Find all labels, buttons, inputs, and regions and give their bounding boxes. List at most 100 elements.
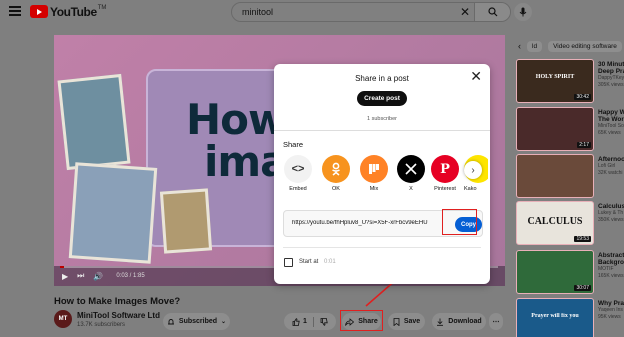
recommendation-info: Why Pra Yaqeen Ins 95K views: [598, 300, 624, 321]
dialog-title: Share in a post: [355, 74, 409, 83]
top-bar: YouTube TM ✕: [0, 0, 624, 24]
duration-badge: 2:17: [577, 142, 591, 148]
bookmark-icon: [393, 317, 400, 326]
start-at-checkbox[interactable]: [284, 258, 293, 267]
download-button[interactable]: Download: [432, 313, 486, 330]
like-button[interactable]: 1: [292, 317, 307, 326]
channel-name[interactable]: MiniTool Software Ltd: [77, 311, 160, 320]
share-x[interactable]: X: [395, 155, 427, 192]
recommendation-info: Afternoo Lofi Girl 32K watchi: [598, 156, 624, 177]
filter-chips: ‹ ld Video editing software: [518, 38, 622, 54]
subscriber-count-label: 1 subscriber: [367, 116, 397, 122]
mix-icon: [360, 155, 388, 183]
recommendation-item[interactable]: HOLY SPIRIT 30:42 30 Minut Deep Pra DappyTKe…: [516, 59, 624, 103]
search-icon: [487, 7, 497, 17]
photo-thumbnail: [68, 162, 158, 264]
share-highlight-box: [340, 310, 383, 331]
search-button[interactable]: [474, 3, 510, 21]
duration-badge: 30:42: [574, 94, 591, 100]
filter-chip[interactable]: ld: [527, 40, 543, 52]
recommendation-title: Happy W: [598, 109, 624, 116]
recommendation-thumbnail[interactable]: Prayer will fix you: [516, 298, 594, 337]
recommendation-item[interactable]: CALCULUS 19:53 Calculus Lukey & Th 350K view…: [516, 201, 624, 245]
recommendation-info: AbstractBackgrouMOTIF165K views: [598, 252, 624, 280]
close-icon[interactable]: ✕: [470, 69, 482, 83]
recommendation-info: Happy W The Worl MiniTool So 65K views: [598, 109, 624, 137]
share-pinterest[interactable]: P Pinterest: [429, 155, 461, 192]
chips-prev-icon[interactable]: ‹: [518, 41, 521, 51]
photo-thumbnail: [159, 188, 213, 254]
thumbs-up-icon: [292, 317, 300, 326]
share-next-button[interactable]: ›: [464, 161, 482, 179]
recommendation-thumbnail[interactable]: [516, 154, 594, 198]
share-mix[interactable]: Mix: [358, 155, 390, 192]
recommendation-meta: 305K views: [598, 82, 624, 88]
chevron-right-icon: ›: [471, 164, 475, 176]
search-input[interactable]: [232, 7, 456, 17]
progress-fill: [60, 266, 65, 268]
more-actions-button[interactable]: ⋯: [489, 313, 503, 330]
clear-search-icon[interactable]: ✕: [456, 5, 474, 19]
recommendation-meta: 32K watchi: [598, 170, 623, 176]
hamburger-menu-icon[interactable]: [9, 6, 21, 16]
subscribed-button[interactable]: Subscribed ⌄: [163, 313, 230, 330]
ok-icon: [322, 155, 350, 183]
recommendation-channel: DappyTKey: [598, 75, 624, 81]
play-icon[interactable]: ▶: [62, 272, 68, 281]
share-url[interactable]: https://youtu.be/fhHpluv8_U?si=X5F-xrFbc…: [292, 220, 442, 226]
divider: [274, 130, 490, 131]
like-dislike-group: 1: [284, 313, 336, 330]
recommendation-thumbnail[interactable]: 30:07: [516, 250, 594, 294]
recommendation-meta: 350K views: [598, 217, 624, 223]
thumbnail-text: CALCULUS: [527, 216, 583, 227]
recommendation-item[interactable]: 30:07 AbstractBackgrouMOTIF165K views: [516, 250, 624, 294]
start-at-time[interactable]: 0:01: [324, 259, 336, 265]
chevron-down-icon: ⌄: [221, 319, 227, 325]
recommendation-item[interactable]: Prayer will fix you Why Pra Yaqeen Ins 95K …: [516, 298, 624, 337]
duration: 1:85: [133, 273, 145, 279]
recommendation-channel: MiniTool So: [598, 123, 624, 129]
subscriber-count: 13.7K subscribers: [77, 322, 126, 328]
share-embed[interactable]: <> Embed: [282, 155, 314, 192]
recommendation-meta: 65K views: [598, 130, 621, 136]
share-section-heading: Share: [283, 140, 304, 149]
pinterest-icon: P: [431, 155, 459, 183]
share-ok[interactable]: OK: [320, 155, 352, 192]
recommendation-item[interactable]: 2:17 Happy W The Worl MiniTool So 65K views: [516, 107, 624, 151]
search-bar: ✕: [231, 2, 511, 22]
duration-badge: 19:53: [574, 236, 591, 242]
youtube-play-icon: [30, 5, 48, 18]
filter-chip[interactable]: Video editing software: [548, 40, 622, 52]
youtube-logo[interactable]: YouTube TM: [30, 4, 106, 19]
next-icon[interactable]: ⏭: [77, 271, 84, 281]
recommendation-info: Calculus Lukey & Th 350K views: [598, 203, 624, 224]
download-icon: [437, 318, 444, 326]
recommendation-channel: Lofi Girl: [598, 163, 616, 169]
recommendation-title: Why Pra: [598, 300, 624, 307]
save-button[interactable]: Save: [388, 313, 425, 330]
recommendation-channel: Yaqeen Ins: [598, 307, 623, 313]
recommendation-title: Calculus: [598, 203, 624, 210]
copy-highlight-box: [442, 209, 477, 235]
recommendation-meta: 165K views: [598, 273, 624, 279]
more-icon: ⋯: [492, 318, 500, 326]
recommendation-title: Abstract: [598, 252, 624, 259]
bell-icon: [167, 318, 174, 324]
thumbnail-text: HOLY SPIRIT: [535, 74, 575, 80]
recommendation-thumbnail[interactable]: 2:17: [516, 107, 594, 151]
photo-thumbnail: [57, 73, 131, 171]
recommendation-item[interactable]: Afternoo Lofi Girl 32K watchi: [516, 154, 624, 198]
start-at-label: Start at: [299, 259, 319, 265]
volume-icon[interactable]: 🔊: [93, 272, 103, 281]
create-post-button[interactable]: Create post: [357, 91, 407, 106]
thumbs-down-icon[interactable]: [320, 317, 328, 326]
recommendation-thumbnail[interactable]: CALCULUS 19:53: [516, 201, 594, 245]
recommendation-title: Afternoo: [598, 156, 624, 163]
voice-search-button[interactable]: [514, 3, 532, 21]
embed-icon: <>: [284, 155, 312, 183]
thumbnail-text: Prayer will fix you: [531, 313, 579, 319]
recommendation-thumbnail[interactable]: HOLY SPIRIT 30:42: [516, 59, 594, 103]
recommendation-channel: Lukey & Th: [598, 210, 624, 216]
channel-avatar[interactable]: MT: [54, 310, 72, 328]
recommendation-title: Deep Pra: [598, 68, 624, 75]
